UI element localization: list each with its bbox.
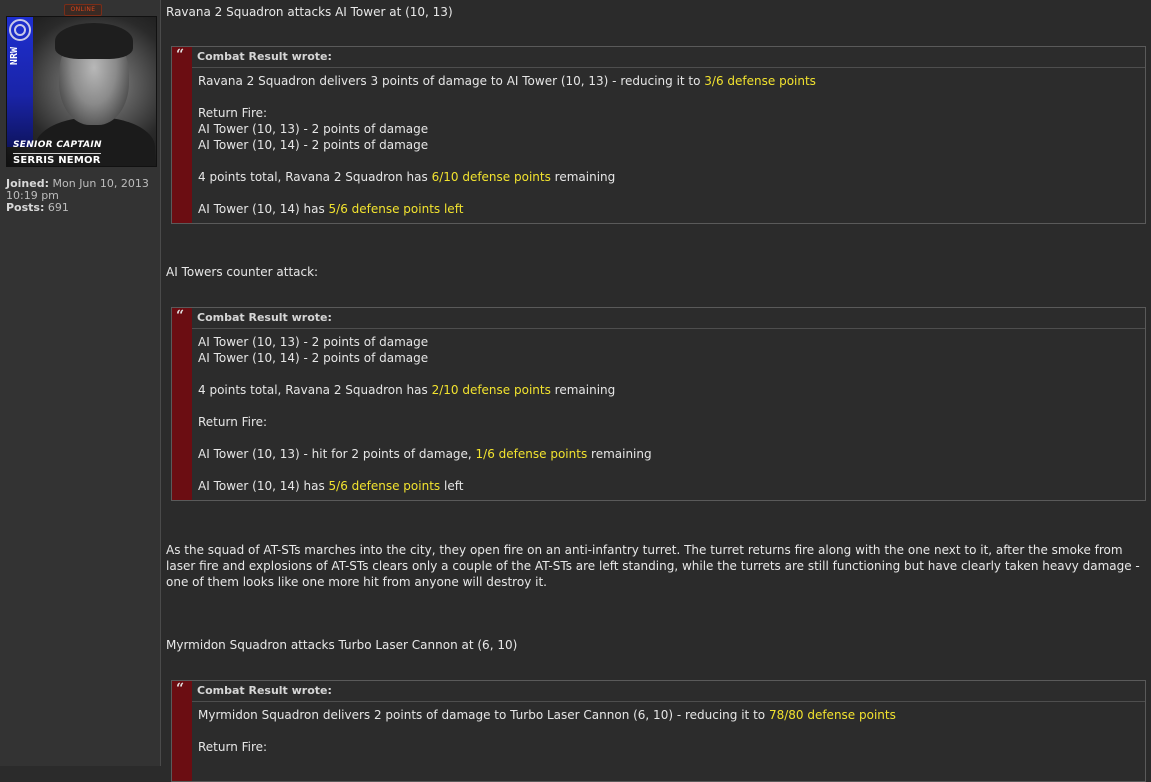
quote-text: AI Tower (10, 14) has — [198, 202, 329, 216]
avatar-stripe-text: NRW — [9, 47, 20, 66]
quote-icon: “ — [176, 47, 185, 63]
quote-icon: “ — [176, 308, 185, 324]
quote-text: remaining — [587, 447, 652, 461]
quote-header: Combat Result wrote: — [192, 47, 1145, 68]
avatar-side-stripe: NRW — [7, 17, 33, 147]
posts-row: Posts: 691 — [6, 202, 156, 214]
quote-text: Return Fire: — [198, 106, 268, 120]
defense-points-highlight: 1/6 defense points — [475, 447, 588, 461]
quote-text: Myrmidon Squadron delivers 2 points of d… — [198, 708, 769, 722]
combat-result-quote-3: “ Combat Result wrote: Myrmidon Squadron… — [171, 680, 1146, 782]
quote-text: 4 points total, Ravana 2 Squadron has — [198, 170, 432, 184]
quote-text: AI Tower (10, 13) - 2 points of damage — [198, 335, 429, 349]
quote-text: remaining — [550, 383, 616, 397]
profile-meta: Joined: Mon Jun 10, 2013 10:19 pm Posts:… — [6, 178, 156, 214]
quote-icon: “ — [176, 681, 185, 697]
avatar-hair — [55, 23, 133, 59]
post-line-counter-attack: AI Towers counter attack: — [166, 265, 319, 279]
quote-body: AI Tower (10, 13) - 2 points of damage A… — [198, 334, 1141, 494]
quote-bar: “ — [172, 681, 192, 781]
quote-bar: “ — [172, 47, 192, 223]
quote-text: Ravana 2 Squadron delivers 3 points of d… — [198, 74, 705, 88]
avatar[interactable]: NRW SENIOR CAPTAIN SERRIS NEMOR — [6, 16, 157, 167]
post-line-ravana-attack: Ravana 2 Squadron attacks AI Tower at (1… — [166, 5, 453, 19]
quote-text: Return Fire: — [198, 740, 268, 754]
posts-label: Posts: — [6, 201, 45, 214]
quote-text: Return Fire: — [198, 415, 268, 429]
defense-points-highlight: 78/80 defense points — [768, 708, 896, 722]
imperial-emblem-icon — [9, 19, 31, 41]
combat-result-quote-1: “ Combat Result wrote: Ravana 2 Squadron… — [171, 46, 1146, 224]
quote-header: Combat Result wrote: — [192, 681, 1145, 702]
quote-header: Combat Result wrote: — [192, 308, 1145, 329]
quote-text: AI Tower (10, 14) - 2 points of damage — [198, 138, 429, 152]
defense-points-highlight: 3/6 defense points — [704, 74, 816, 88]
quote-text: 4 points total, Ravana 2 Squadron has — [198, 383, 432, 397]
defense-points-highlight: 5/6 defense points — [328, 479, 441, 493]
quote-text: AI Tower (10, 14) - 2 points of damage — [198, 351, 429, 365]
online-status-badge: ONLINE — [64, 4, 102, 16]
quote-text: AI Tower (10, 13) - hit for 2 points of … — [198, 447, 476, 461]
joined-row: Joined: Mon Jun 10, 2013 10:19 pm — [6, 178, 156, 202]
quote-text: AI Tower (10, 13) - 2 points of damage — [198, 122, 429, 136]
post-line-myrmidon-attack: Myrmidon Squadron attacks Turbo Laser Ca… — [166, 638, 518, 652]
defense-points-highlight: 5/6 defense points left — [328, 202, 464, 216]
quote-bar: “ — [172, 308, 192, 500]
quote-text: left — [440, 479, 464, 493]
quote-body: Ravana 2 Squadron delivers 3 points of d… — [198, 73, 1141, 217]
narrative-paragraph: As the squad of AT-STs marches into the … — [166, 543, 1140, 589]
posts-value: 691 — [47, 201, 69, 214]
defense-points-highlight: 2/10 defense points — [431, 383, 551, 397]
avatar-name-label: SERRIS NEMOR — [13, 153, 101, 166]
combat-result-quote-2: “ Combat Result wrote: AI Tower (10, 13)… — [171, 307, 1146, 501]
author-profile-panel: ONLINE NRW SENIOR CAPTAIN SERRIS NEMOR J… — [0, 0, 161, 766]
avatar-rank-label: SENIOR CAPTAIN — [13, 140, 102, 150]
defense-points-highlight: 6/10 defense points — [431, 170, 551, 184]
quote-text: AI Tower (10, 14) has — [198, 479, 329, 493]
quote-body: Myrmidon Squadron delivers 2 points of d… — [198, 707, 1141, 755]
quote-text: remaining — [550, 170, 616, 184]
